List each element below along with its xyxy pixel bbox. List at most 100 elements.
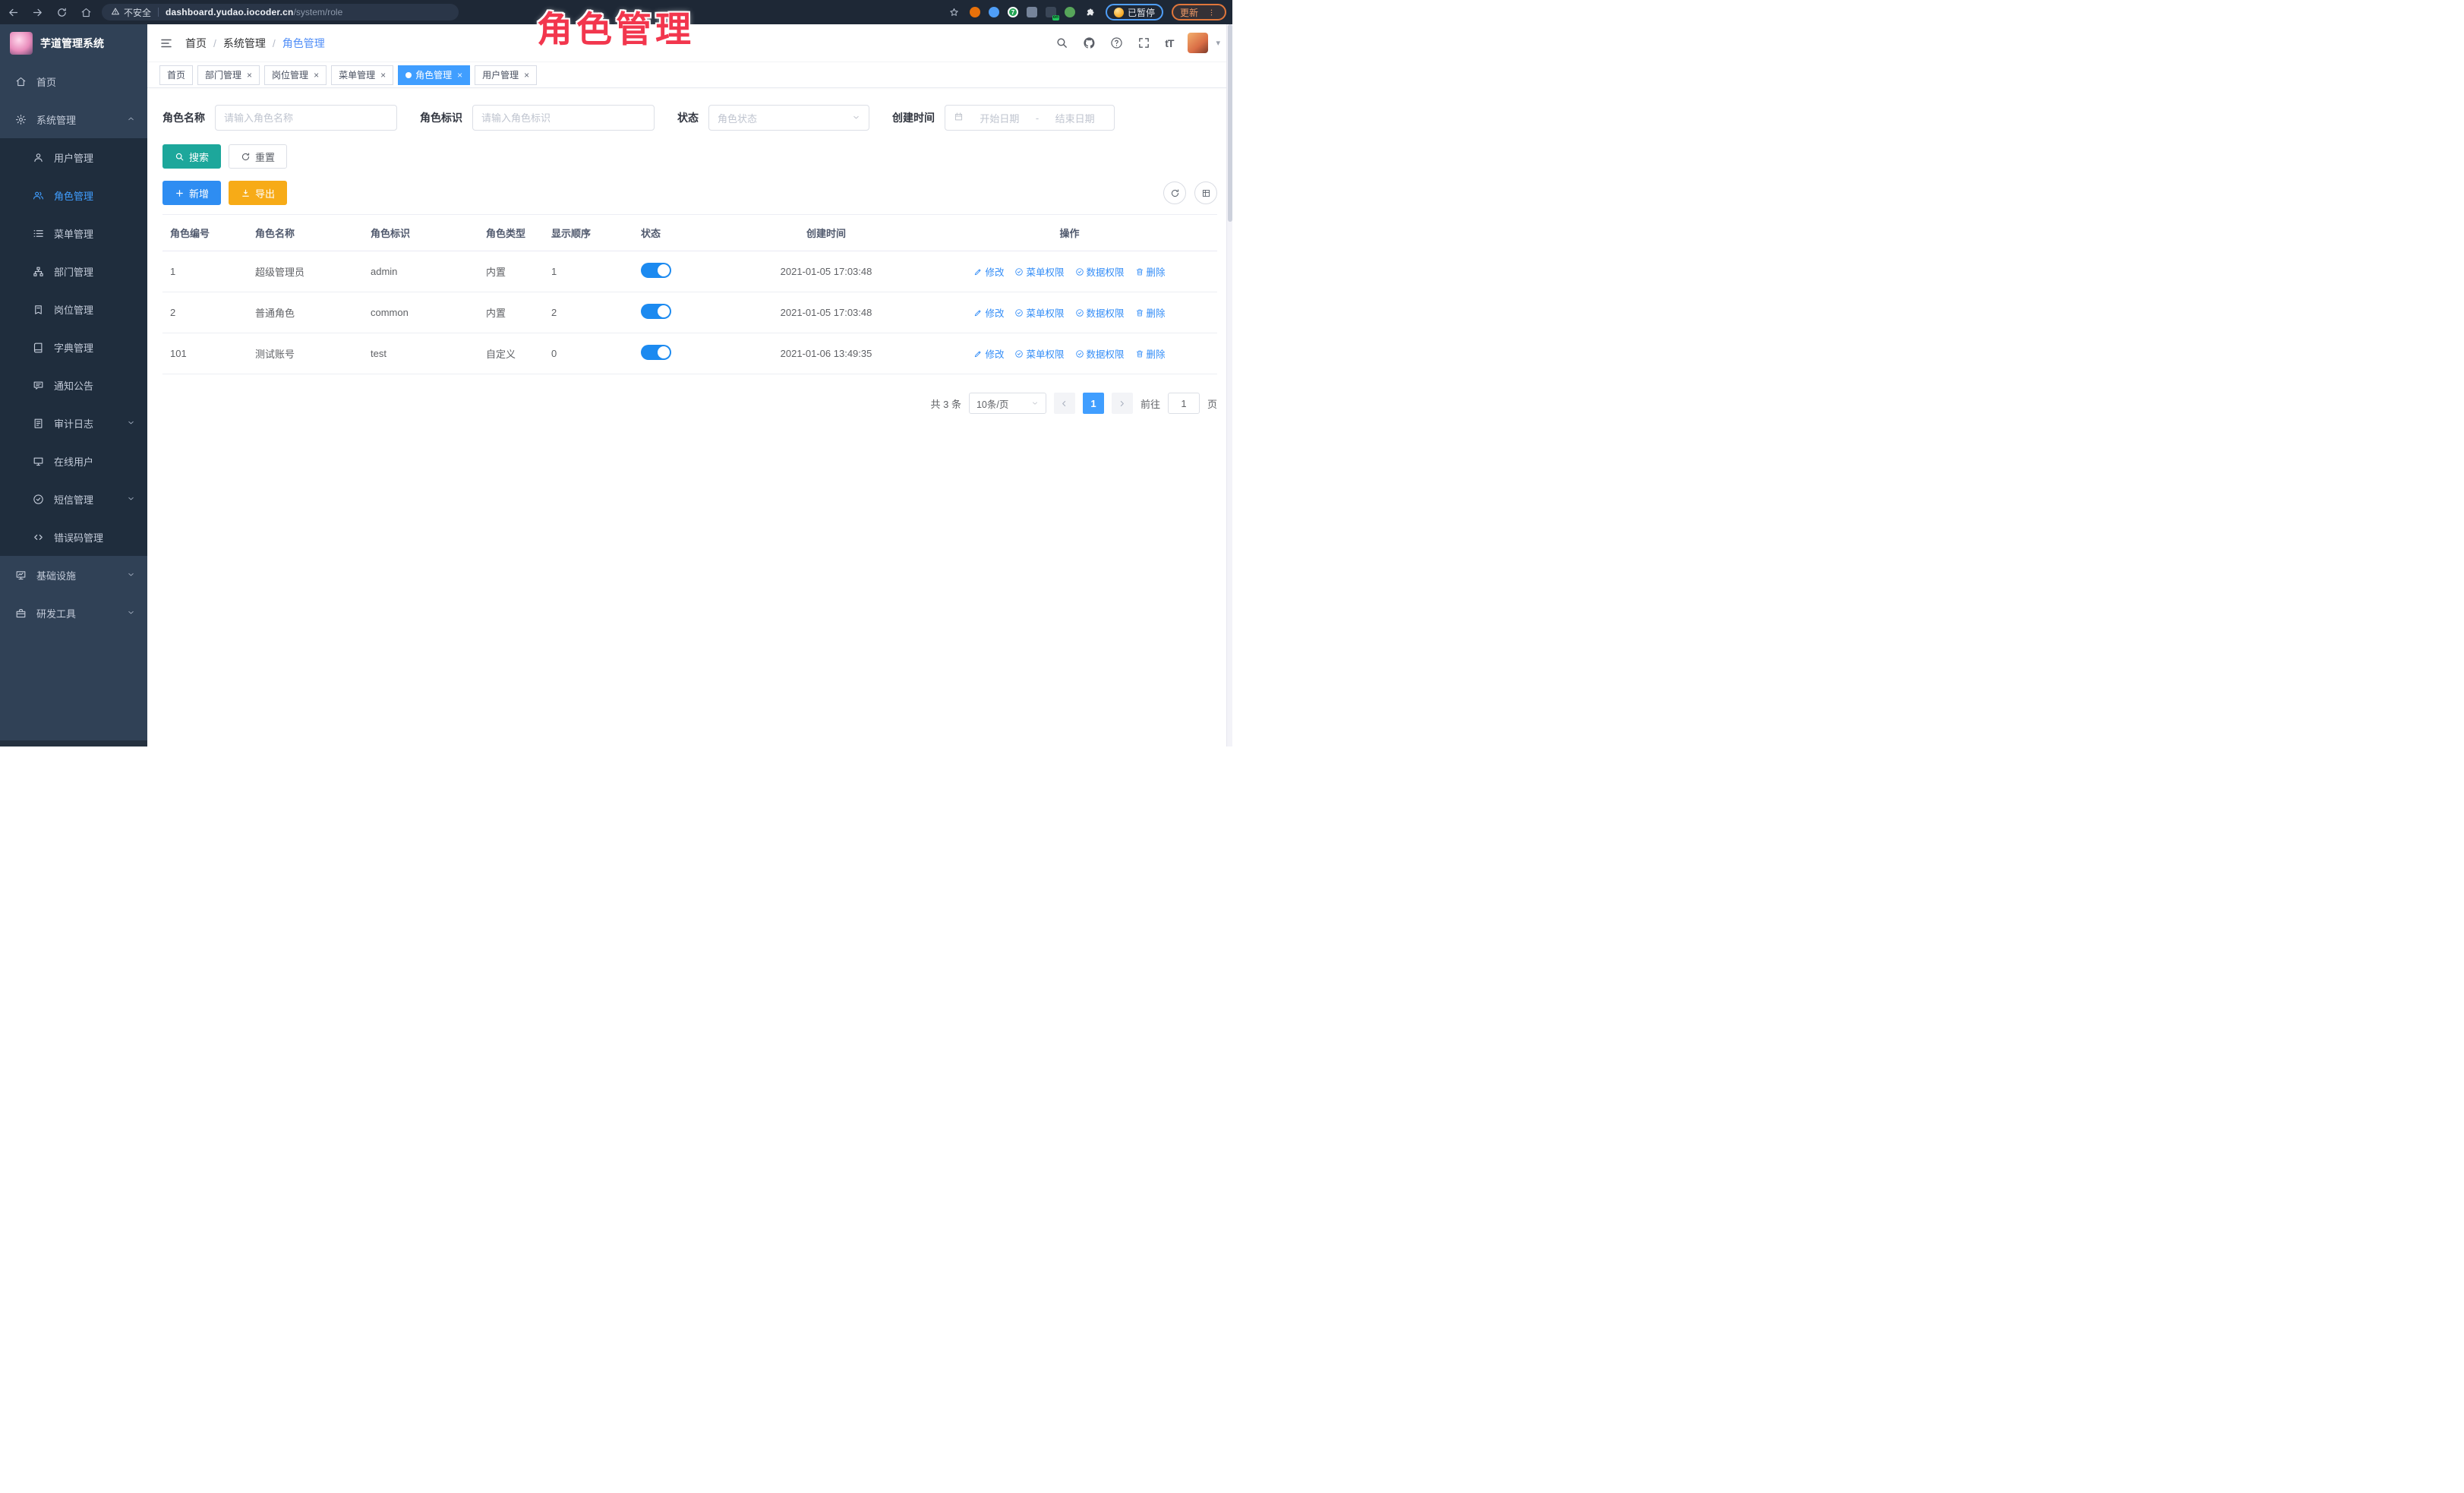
- sidebar-logo[interactable]: 芋道管理系统: [0, 24, 147, 62]
- tab-1[interactable]: 部门管理×: [197, 65, 260, 85]
- sidebar-item-7-sub[interactable]: 字典管理: [0, 328, 147, 366]
- app-title: 芋道管理系统: [40, 36, 104, 51]
- edit-icon: [973, 267, 983, 276]
- sidebar-item-12-sub[interactable]: 错误码管理: [0, 518, 147, 556]
- sidebar-item-9-sub[interactable]: 审计日志: [0, 404, 147, 442]
- forward-icon[interactable]: [30, 5, 44, 19]
- department-tree-icon: [32, 266, 44, 277]
- prev-page-button[interactable]: [1054, 393, 1075, 414]
- extension-dark-on-icon[interactable]: on: [1046, 7, 1056, 17]
- search-icon[interactable]: [1055, 36, 1068, 49]
- status-select-placeholder: 角色状态: [718, 111, 757, 125]
- extension-orange-icon[interactable]: [970, 7, 980, 17]
- scrollbar-thumb[interactable]: [1228, 24, 1232, 222]
- column-settings-button[interactable]: [1194, 181, 1217, 204]
- reset-button[interactable]: 重置: [229, 144, 287, 169]
- sidebar-item-6-sub[interactable]: 岗位管理: [0, 290, 147, 328]
- tab-close-icon[interactable]: ×: [314, 71, 319, 80]
- sidebar-item-label: 部门管理: [54, 264, 93, 279]
- sidebar-item-label: 角色管理: [54, 188, 93, 203]
- extension-green-seven-icon[interactable]: 7: [1008, 7, 1018, 17]
- row-2-action-3[interactable]: 删除: [1135, 346, 1166, 361]
- status-select[interactable]: 角色状态: [708, 105, 869, 131]
- extension-puzzle-icon[interactable]: [1084, 5, 1097, 19]
- status-toggle-row-2[interactable]: [641, 345, 671, 360]
- avatar-caret-down-icon[interactable]: ▾: [1216, 38, 1220, 48]
- extension-blue-gem-icon[interactable]: [989, 7, 999, 17]
- sidebar-item-8-sub[interactable]: 通知公告: [0, 366, 147, 404]
- sidebar-item-14-top[interactable]: 研发工具: [0, 594, 147, 632]
- tab-close-icon[interactable]: ×: [247, 71, 252, 80]
- help-icon[interactable]: [1110, 36, 1123, 49]
- sidebar-item-4-sub[interactable]: 菜单管理: [0, 214, 147, 252]
- goto-page-input[interactable]: [1168, 393, 1200, 414]
- breadcrumb-separator: /: [273, 37, 276, 49]
- tab-close-icon[interactable]: ×: [524, 71, 529, 80]
- breadcrumb-separator: /: [213, 37, 216, 49]
- sidebar-item-11-sub[interactable]: 短信管理: [0, 480, 147, 518]
- sidebar-item-3-sub[interactable]: 角色管理: [0, 176, 147, 214]
- column-header-4: 显示顺序: [544, 215, 633, 251]
- search-button[interactable]: 搜索: [162, 144, 221, 169]
- role-key-label: 角色标识: [420, 110, 462, 125]
- breadcrumb-item-1[interactable]: 系统管理: [223, 36, 266, 51]
- row-1-action-0[interactable]: 修改: [973, 305, 1004, 320]
- row-0-action-1[interactable]: 菜单权限: [1014, 264, 1064, 279]
- row-2-action-0[interactable]: 修改: [973, 346, 1004, 361]
- reload-icon[interactable]: [55, 5, 68, 19]
- page-number-1[interactable]: 1: [1083, 393, 1104, 414]
- font-size-icon[interactable]: tT: [1165, 37, 1173, 49]
- tab-close-icon[interactable]: ×: [380, 71, 386, 80]
- fullscreen-icon[interactable]: [1137, 36, 1150, 49]
- table-toolbar: 新增 导出: [162, 181, 1217, 205]
- sidebar-item-1-top[interactable]: 系统管理: [0, 100, 147, 138]
- sidebar-item-10-sub[interactable]: 在线用户: [0, 442, 147, 480]
- status-toggle-row-1[interactable]: [641, 304, 671, 319]
- kebab-menu-icon[interactable]: [1204, 5, 1218, 19]
- hamburger-icon[interactable]: [159, 36, 173, 50]
- profile-paused-chip[interactable]: 已暂停: [1106, 4, 1163, 21]
- extension-gray-icon[interactable]: [1027, 7, 1037, 17]
- refresh-table-button[interactable]: [1163, 181, 1186, 204]
- back-icon[interactable]: [6, 5, 20, 19]
- user-avatar[interactable]: [1188, 33, 1208, 53]
- tab-2[interactable]: 岗位管理×: [264, 65, 327, 85]
- sidebar-item-0-top[interactable]: 首页: [0, 62, 147, 100]
- extension-green-icon[interactable]: [1065, 7, 1075, 17]
- row-0-action-3[interactable]: 删除: [1135, 264, 1166, 279]
- cell-role-type: 内置: [478, 292, 544, 333]
- row-0-action-0[interactable]: 修改: [973, 264, 1004, 279]
- tab-3[interactable]: 菜单管理×: [331, 65, 393, 85]
- tab-5[interactable]: 用户管理×: [475, 65, 537, 85]
- paused-label: 已暂停: [1128, 6, 1155, 19]
- tab-0[interactable]: 首页: [159, 65, 193, 85]
- status-toggle-row-0[interactable]: [641, 263, 671, 278]
- row-1-action-2[interactable]: 数据权限: [1075, 305, 1125, 320]
- row-1-action-1[interactable]: 菜单权限: [1014, 305, 1064, 320]
- row-2-action-2[interactable]: 数据权限: [1075, 346, 1125, 361]
- page-scrollbar[interactable]: [1226, 24, 1232, 746]
- breadcrumb-item-0[interactable]: 首页: [185, 36, 207, 51]
- sidebar-item-2-sub[interactable]: 用户管理: [0, 138, 147, 176]
- sidebar-item-13-top[interactable]: 基础设施: [0, 556, 147, 594]
- page-size-select[interactable]: 10条/页: [969, 393, 1046, 414]
- github-icon[interactable]: [1083, 36, 1096, 49]
- row-1-action-3[interactable]: 删除: [1135, 305, 1166, 320]
- address-bar[interactable]: 不安全 dashboard.yudao.iocoder.cn/system/ro…: [102, 4, 459, 21]
- chrome-update-button[interactable]: 更新: [1172, 4, 1226, 21]
- bookmark-star-icon[interactable]: [948, 5, 961, 19]
- role-name-input[interactable]: [215, 105, 397, 131]
- next-page-button[interactable]: [1112, 393, 1133, 414]
- tab-4[interactable]: 角色管理×: [398, 65, 470, 85]
- row-0-action-2[interactable]: 数据权限: [1075, 264, 1125, 279]
- row-2-action-1[interactable]: 菜单权限: [1014, 346, 1064, 361]
- browser-home-icon[interactable]: [79, 5, 93, 19]
- date-range-picker[interactable]: 开始日期 - 结束日期: [945, 105, 1115, 131]
- role-key-input[interactable]: [472, 105, 655, 131]
- add-button[interactable]: 新增: [162, 181, 221, 205]
- sidebar-item-5-sub[interactable]: 部门管理: [0, 252, 147, 290]
- sidebar-item-label: 用户管理: [54, 150, 93, 165]
- url-path: /system/role: [294, 7, 343, 17]
- export-button[interactable]: 导出: [229, 181, 287, 205]
- tab-close-icon[interactable]: ×: [457, 71, 462, 80]
